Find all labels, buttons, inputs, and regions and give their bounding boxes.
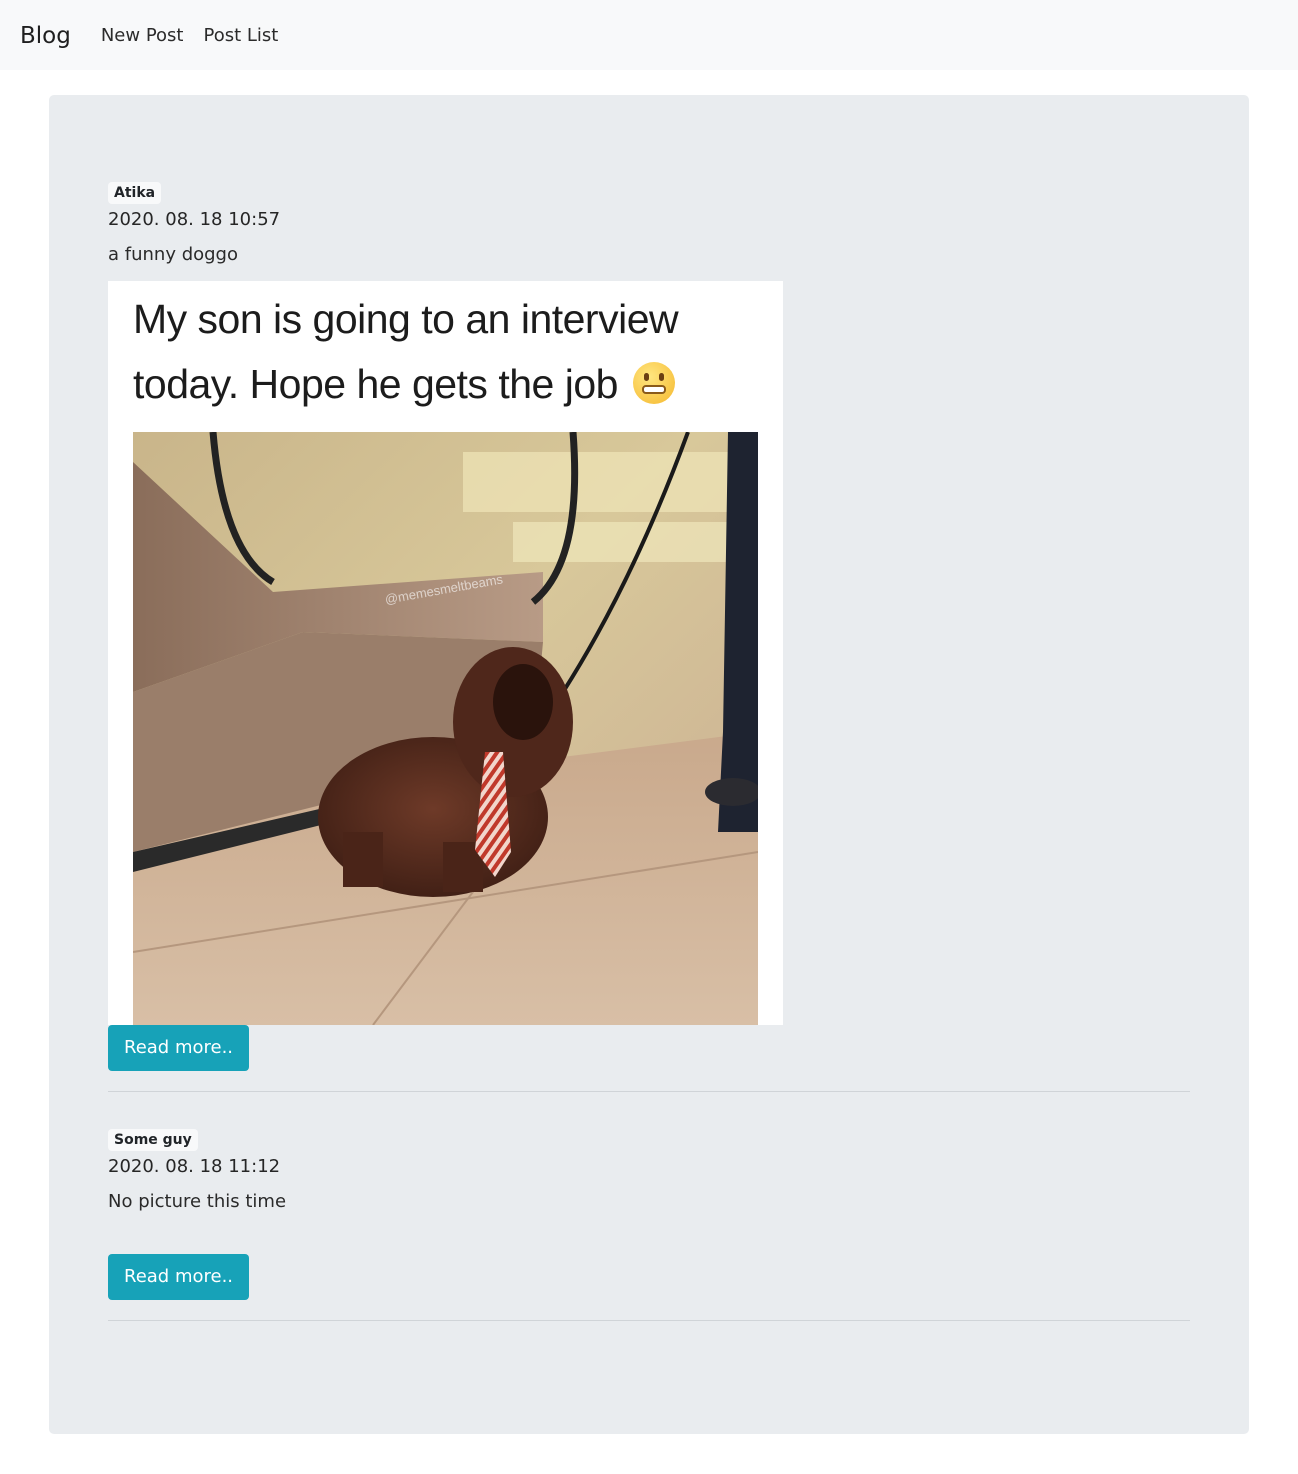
- post-date: 2020. 08. 18 10:57: [108, 209, 281, 230]
- dog-photo: @memesmeltbeams: [133, 432, 758, 1025]
- post-divider: [108, 1091, 1190, 1092]
- navbar-brand[interactable]: Blog: [20, 23, 71, 49]
- post-text: a funny doggo: [108, 244, 238, 265]
- post-divider: [108, 1320, 1190, 1321]
- navbar: Blog New Post Post List: [0, 0, 1298, 70]
- meme-caption: My son is going to an interview today. H…: [133, 287, 773, 417]
- author-badge: Some guy: [108, 1129, 198, 1151]
- nav-link-new-post[interactable]: New Post: [101, 25, 184, 46]
- meme-caption-line1: My son is going to an interview: [133, 296, 679, 342]
- read-more-button[interactable]: Read more..: [108, 1254, 250, 1300]
- read-more-button[interactable]: Read more..: [108, 1025, 250, 1071]
- post-image: My son is going to an interview today. H…: [108, 281, 783, 1025]
- post-text: No picture this time: [108, 1191, 287, 1212]
- posts-container: Atika 2020. 08. 18 10:57 a funny doggo M…: [49, 95, 1249, 1434]
- nav-link-post-list[interactable]: Post List: [204, 25, 279, 46]
- post-card: Some guy 2020. 08. 18 11:12 No picture t…: [108, 1129, 1190, 1321]
- author-badge: Atika: [108, 182, 162, 204]
- grimacing-emoji-icon: [632, 362, 675, 404]
- post-card: Atika 2020. 08. 18 10:57 a funny doggo M…: [108, 182, 1190, 1092]
- post-date: 2020. 08. 18 11:12: [108, 1156, 281, 1177]
- meme-caption-line2: today. Hope he gets the job: [133, 361, 618, 407]
